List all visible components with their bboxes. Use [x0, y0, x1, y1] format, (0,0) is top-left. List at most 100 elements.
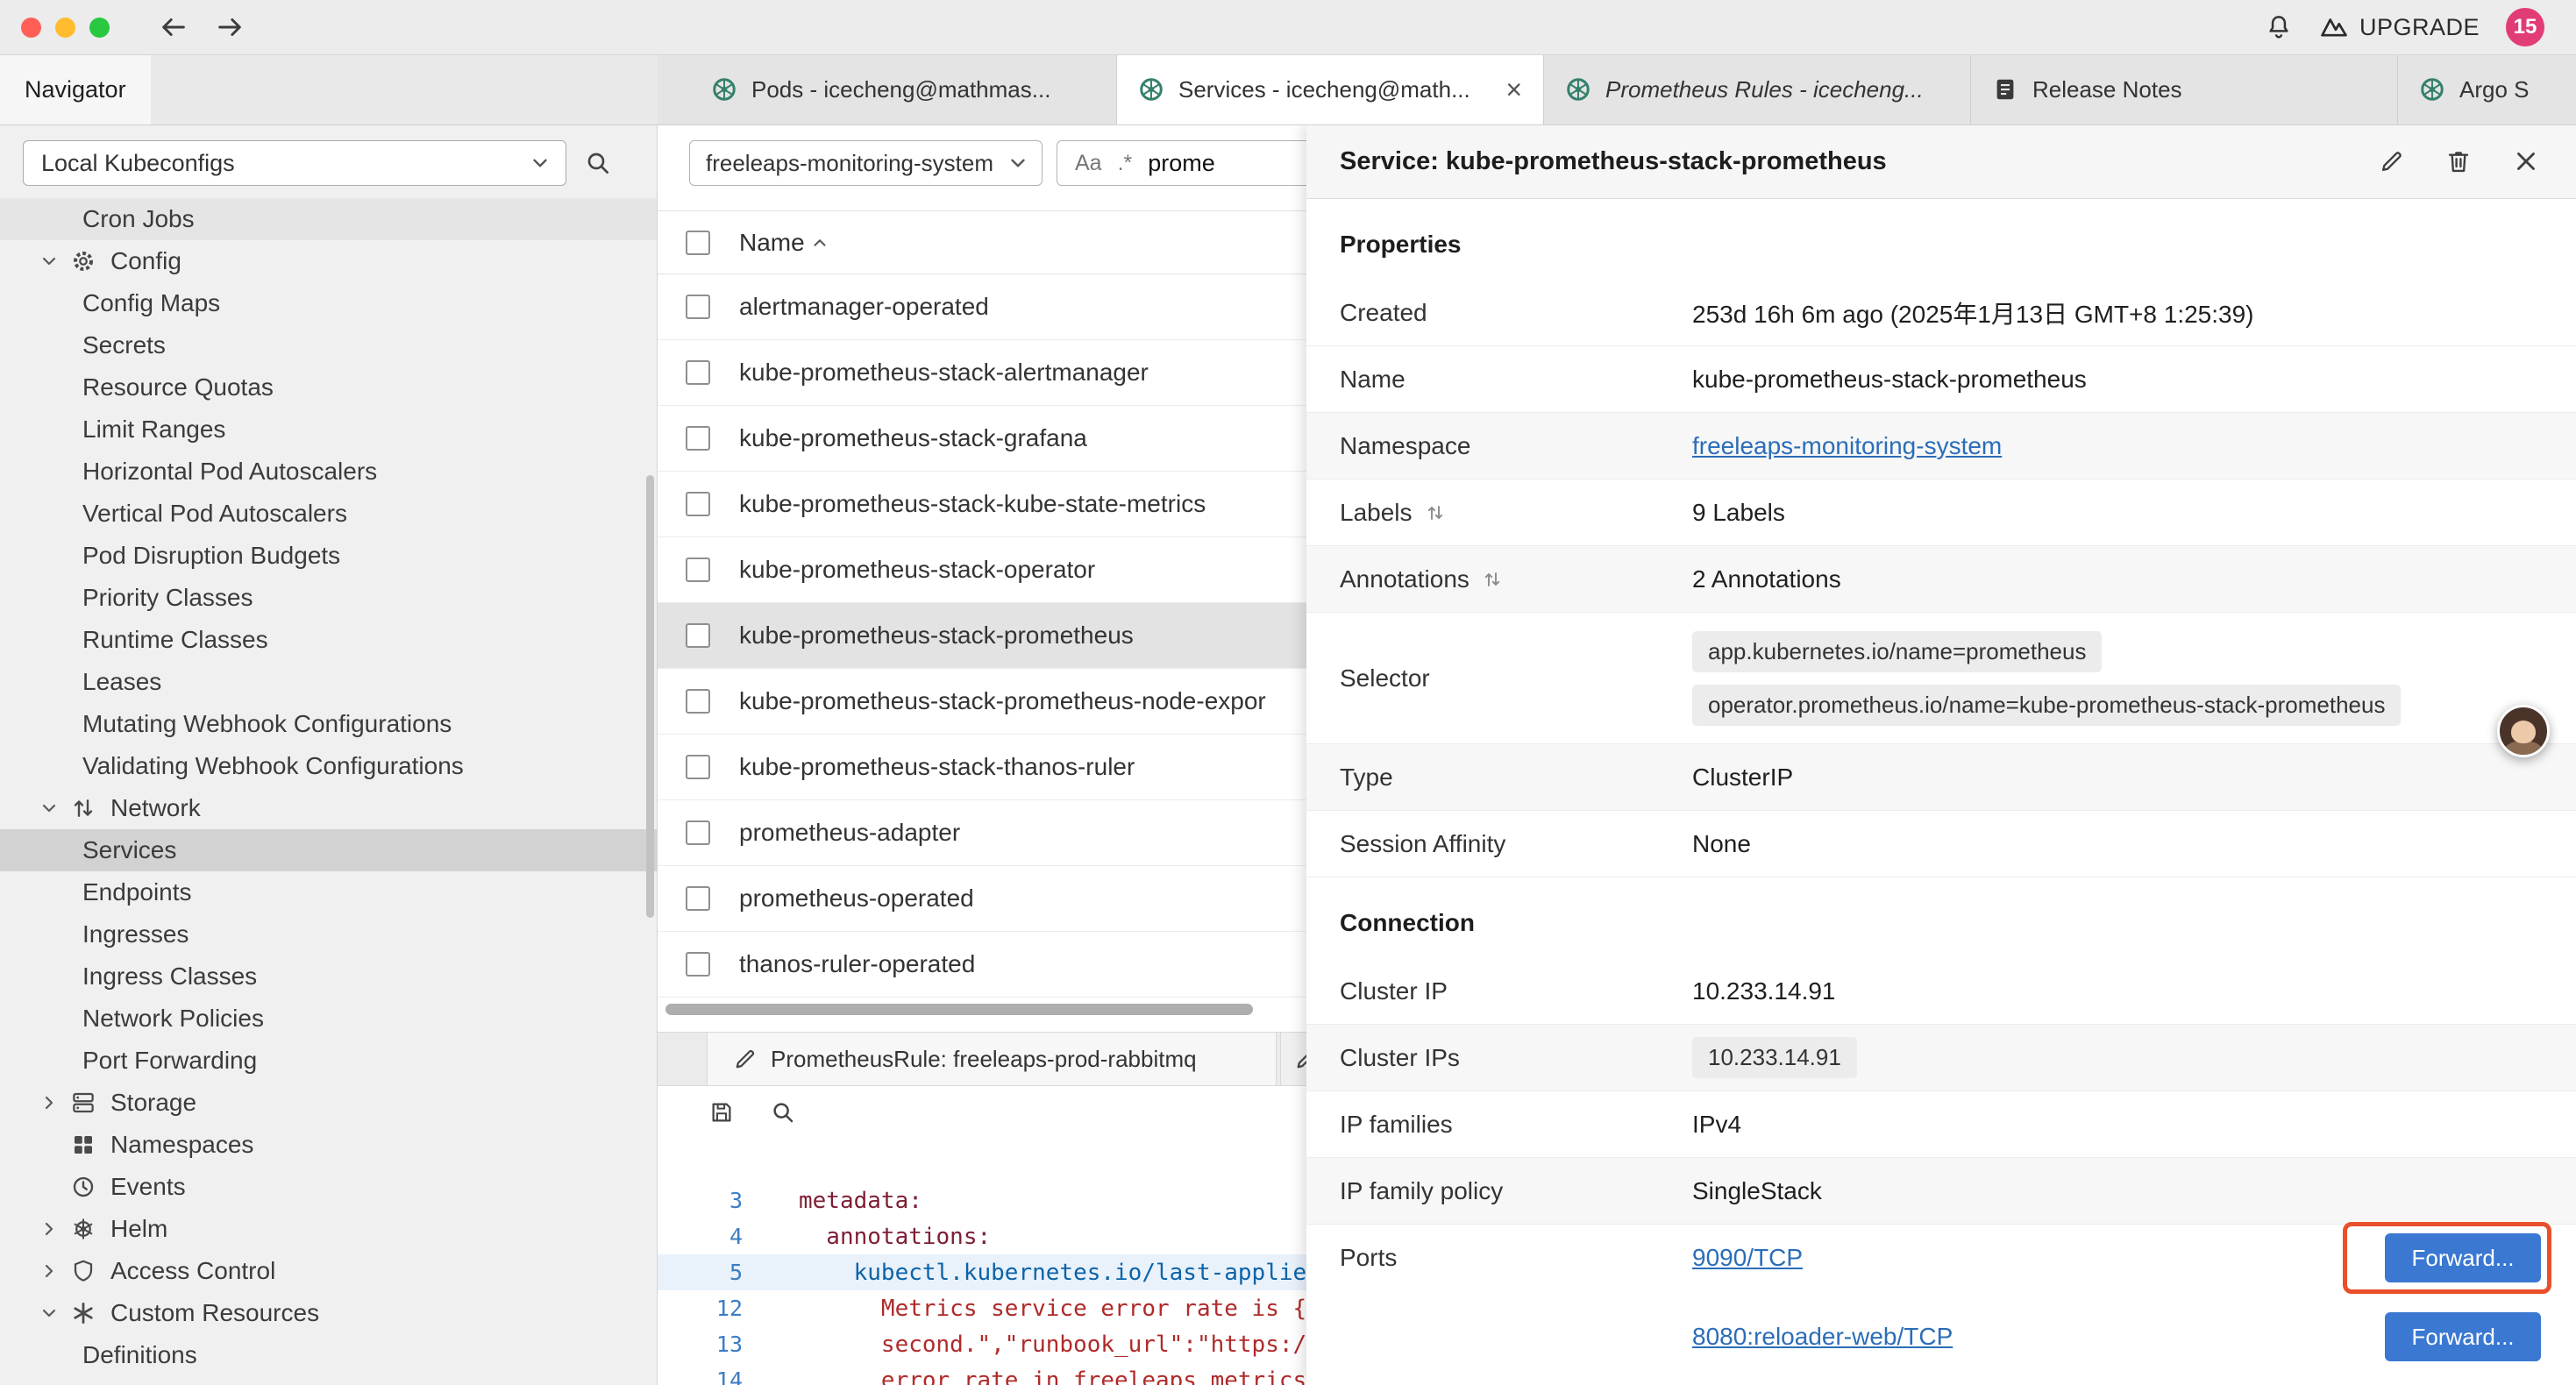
- sidebar-item[interactable]: Config: [0, 240, 657, 282]
- port-link[interactable]: 9090/TCP: [1692, 1244, 1803, 1272]
- sidebar-item-label: Pod Disruption Budgets: [82, 542, 340, 570]
- edit-icon[interactable]: [2378, 147, 2406, 175]
- line-code: second.","runbook_url":"https://net: [799, 1332, 1362, 1358]
- close-icon[interactable]: [2511, 146, 2541, 176]
- sidebar-item[interactable]: Horizontal Pod Autoscalers: [0, 451, 657, 493]
- tab-close-icon[interactable]: ×: [1505, 74, 1522, 106]
- kubeconfig-select[interactable]: Local Kubeconfigs: [23, 140, 566, 186]
- sidebar-item[interactable]: Namespaces: [0, 1124, 657, 1166]
- sidebar-item[interactable]: Config Maps: [0, 282, 657, 324]
- line-number: 12: [658, 1296, 743, 1321]
- delete-icon[interactable]: [2444, 147, 2473, 175]
- forward-button[interactable]: Forward...: [2385, 1233, 2541, 1282]
- row-checkbox[interactable]: [686, 820, 710, 845]
- sidebar-item[interactable]: Pod Disruption Budgets: [0, 535, 657, 577]
- namespace-link[interactable]: freeleaps-monitoring-system: [1692, 432, 2002, 460]
- line-code: error rate in freeleaps metrics ser: [799, 1367, 1362, 1385]
- maximize-window-button[interactable]: [89, 18, 110, 38]
- tab[interactable]: Argo S: [2398, 54, 2576, 124]
- save-icon[interactable]: [708, 1099, 735, 1126]
- row-checkbox[interactable]: [686, 755, 710, 779]
- row-checkbox[interactable]: [686, 492, 710, 516]
- sidebar-item[interactable]: Validating Webhook Configurations: [0, 745, 657, 787]
- horizontal-scrollbar[interactable]: [665, 1004, 1253, 1015]
- namespace-select[interactable]: freeleaps-monitoring-system: [689, 140, 1042, 186]
- upgrade-button[interactable]: UPGRADE: [2319, 12, 2480, 42]
- sidebar-item[interactable]: Custom Resources: [0, 1292, 657, 1334]
- line-code: Metrics service error rate is {{ $va: [799, 1296, 1375, 1322]
- expand-labels-icon[interactable]: [1425, 502, 1446, 523]
- close-window-button[interactable]: [21, 18, 41, 38]
- sidebar-item-label: Ingresses: [82, 920, 189, 948]
- minimize-window-button[interactable]: [55, 18, 75, 38]
- sidebar-item[interactable]: Priority Classes: [0, 577, 657, 619]
- sidebar-item[interactable]: Network: [0, 787, 657, 829]
- regex-toggle[interactable]: .*: [1118, 151, 1133, 176]
- forward-icon[interactable]: [215, 12, 245, 42]
- service-name: kube-prometheus-stack-alertmanager: [739, 359, 1149, 387]
- sidebar-item-icon: [70, 795, 96, 821]
- sidebar-item[interactable]: Secrets: [0, 324, 657, 366]
- sidebar-item[interactable]: Events: [0, 1166, 657, 1208]
- service-name: kube-prometheus-stack-thanos-ruler: [739, 753, 1135, 781]
- expand-annotations-icon[interactable]: [1482, 569, 1503, 590]
- drawer-header: Service: kube-prometheus-stack-prometheu…: [1306, 124, 2576, 199]
- sidebar-item[interactable]: Mutating Webhook Configurations: [0, 703, 657, 745]
- row-checkbox[interactable]: [686, 360, 710, 385]
- tab-label: Prometheus Rules - icecheng...: [1605, 76, 1949, 103]
- service-name: alertmanager-operated: [739, 293, 989, 321]
- sidebar-item[interactable]: Access Control: [0, 1250, 657, 1292]
- match-case-toggle[interactable]: Aa: [1075, 151, 1102, 176]
- user-avatar[interactable]: [2497, 705, 2550, 757]
- sidebar-item-label: Endpoints: [82, 878, 192, 906]
- tab[interactable]: Pods - icecheng@mathmas...: [690, 54, 1117, 124]
- sidebar-item[interactable]: Helm: [0, 1208, 657, 1250]
- sort-ascending-icon[interactable]: [810, 233, 829, 252]
- sidebar-item-label: Mutating Webhook Configurations: [82, 710, 452, 738]
- tab[interactable]: Services - icecheng@math... ×: [1117, 54, 1544, 124]
- sidebar-item[interactable]: Ingress Classes: [0, 955, 657, 998]
- row-checkbox[interactable]: [686, 295, 710, 319]
- name-column-header[interactable]: Name: [739, 229, 829, 257]
- row-checkbox[interactable]: [686, 886, 710, 911]
- sidebar-item[interactable]: Ingresses: [0, 913, 657, 955]
- row-checkbox[interactable]: [686, 426, 710, 451]
- port-link[interactable]: 8080:reloader-web/TCP: [1692, 1323, 1953, 1351]
- row-checkbox[interactable]: [686, 623, 710, 648]
- sidebar-item[interactable]: Runtime Classes: [0, 619, 657, 661]
- sidebar-item[interactable]: Services: [0, 829, 657, 871]
- sidebar-search-icon[interactable]: [584, 149, 612, 177]
- notifications-bell-icon[interactable]: [2265, 13, 2293, 41]
- sidebar-item[interactable]: Endpoints: [0, 871, 657, 913]
- sidebar-item[interactable]: Limit Ranges: [0, 408, 657, 451]
- port-line: 8080:reloader-web/TCP Forward...: [1692, 1303, 2541, 1370]
- sidebar-item[interactable]: Definitions: [0, 1334, 657, 1376]
- property-row-selector: Selector app.kubernetes.io/name=promethe…: [1306, 613, 2576, 744]
- select-all-checkbox[interactable]: [686, 231, 710, 255]
- row-checkbox[interactable]: [686, 558, 710, 582]
- sidebar-item[interactable]: Resource Quotas: [0, 366, 657, 408]
- forward-button[interactable]: Forward...: [2385, 1312, 2541, 1361]
- sidebar-item[interactable]: Cron Jobs: [0, 198, 657, 240]
- row-checkbox[interactable]: [686, 952, 710, 977]
- line-code: metadata:: [799, 1188, 922, 1214]
- tab[interactable]: Release Notes: [1971, 54, 2398, 124]
- editor-search-icon[interactable]: [770, 1099, 796, 1126]
- notification-count-badge[interactable]: 15: [2506, 8, 2544, 46]
- sidebar-item[interactable]: Leases: [0, 661, 657, 703]
- back-icon[interactable]: [159, 12, 189, 42]
- sidebar-item[interactable]: Storage: [0, 1082, 657, 1124]
- dock-tab-prometheusrule[interactable]: PrometheusRule: freeleaps-prod-rabbitmq: [707, 1033, 1277, 1085]
- sidebar-item-label: Cron Jobs: [82, 205, 195, 233]
- sidebar-item-label: Services: [82, 836, 176, 864]
- sidebar-scrollbar[interactable]: [646, 475, 654, 918]
- sidebar-item-label: Port Forwarding: [82, 1047, 257, 1075]
- cluster-icon: [1565, 76, 1591, 103]
- sidebar-item[interactable]: Port Forwarding: [0, 1040, 657, 1082]
- sidebar-item-label: Ingress Classes: [82, 962, 257, 991]
- sidebar-item[interactable]: Vertical Pod Autoscalers: [0, 493, 657, 535]
- sidebar-item[interactable]: Network Policies: [0, 998, 657, 1040]
- cluster-icon: [711, 76, 737, 103]
- row-checkbox[interactable]: [686, 689, 710, 714]
- tab[interactable]: Prometheus Rules - icecheng...: [1544, 54, 1971, 124]
